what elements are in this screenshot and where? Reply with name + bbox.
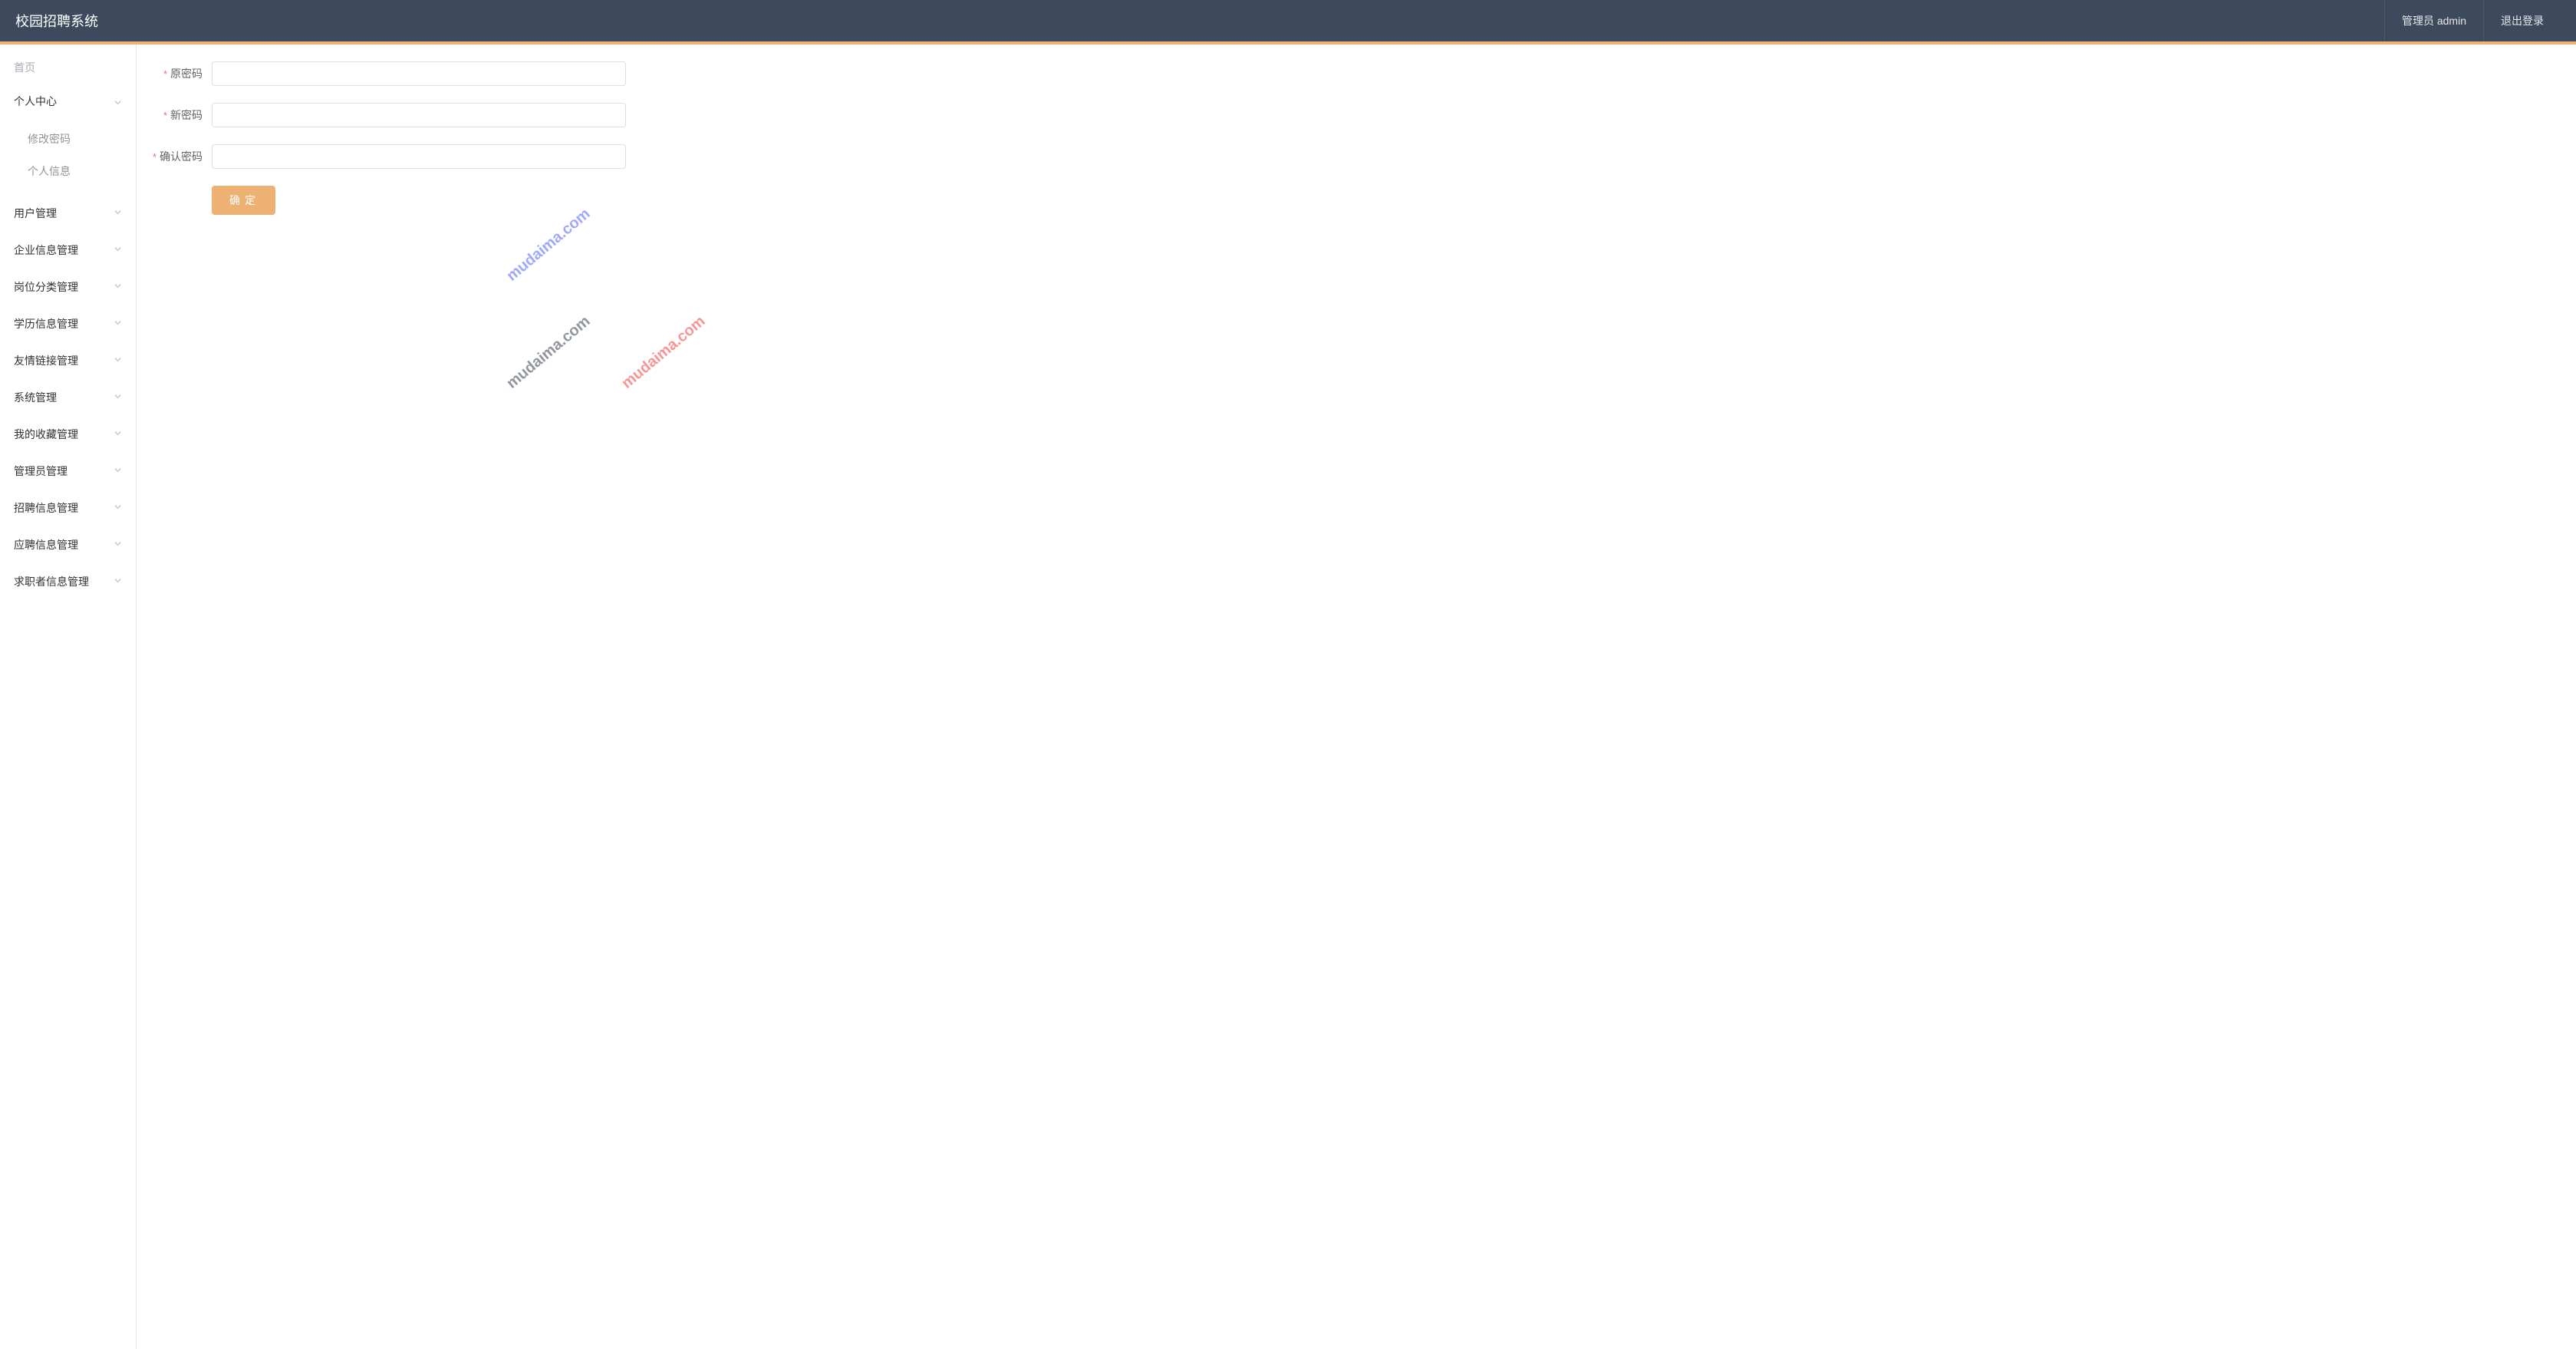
required-star-icon: * (153, 151, 156, 163)
chevron-down-icon (114, 245, 122, 256)
sidebar-item-label: 系统管理 (14, 390, 57, 405)
sidebar-item-label: 学历信息管理 (14, 316, 78, 331)
submit-button[interactable]: 确定 (212, 186, 275, 215)
confirm-password-label: *确认密码 (152, 149, 212, 164)
old-password-input[interactable] (212, 61, 626, 86)
sidebar-item-education[interactable]: 学历信息管理 (0, 305, 136, 342)
sidebar-item-user-management[interactable]: 用户管理 (0, 195, 136, 232)
chevron-down-icon (114, 466, 122, 477)
logout-button[interactable]: 退出登录 (2483, 0, 2561, 41)
sidebar-item-personal-center[interactable]: 个人中心 (0, 83, 136, 120)
user-info[interactable]: 管理员 admin (2384, 0, 2483, 41)
chevron-down-icon (114, 392, 122, 403)
top-header: 校园招聘系统 管理员 admin 退出登录 (0, 0, 2576, 41)
chevron-down-icon (114, 355, 122, 366)
sidebar-item-label: 友情链接管理 (14, 353, 78, 368)
chevron-down-icon (114, 539, 122, 550)
new-password-label: *新密码 (152, 107, 212, 123)
confirm-password-input[interactable] (212, 144, 626, 169)
submenu-personal-center: 修改密码 个人信息 (0, 120, 136, 195)
sidebar-item-label: 应聘信息管理 (14, 537, 78, 552)
sidebar-item-label: 首页 (14, 60, 35, 75)
sidebar-item-friend-links[interactable]: 友情链接管理 (0, 342, 136, 379)
sidebar-item-label: 岗位分类管理 (14, 279, 78, 295)
submenu-item-personal-info[interactable]: 个人信息 (0, 155, 136, 187)
sidebar-item-company-info[interactable]: 企业信息管理 (0, 232, 136, 269)
sidebar: 首页 个人中心 修改密码 个人信息 用户管理 企业信息管理 (0, 45, 137, 1349)
submenu-item-change-password[interactable]: 修改密码 (0, 123, 136, 155)
header-right: 管理员 admin 退出登录 (2384, 0, 2561, 41)
required-star-icon: * (163, 68, 167, 80)
watermark: mudaima.com (503, 312, 594, 392)
watermark: mudaima.com (503, 205, 594, 285)
sidebar-item-label: 管理员管理 (14, 463, 68, 479)
main-content: *原密码 *新密码 *确认密码 确定 mudaima.com mudaima.c… (137, 45, 2576, 1349)
chevron-up-icon (114, 96, 122, 107)
sidebar-item-favorites[interactable]: 我的收藏管理 (0, 416, 136, 453)
sidebar-item-job-category[interactable]: 岗位分类管理 (0, 269, 136, 305)
chevron-down-icon (114, 503, 122, 513)
new-password-input[interactable] (212, 103, 626, 127)
sidebar-item-admin-management[interactable]: 管理员管理 (0, 453, 136, 490)
sidebar-item-label: 我的收藏管理 (14, 427, 78, 442)
app-title: 校园招聘系统 (15, 11, 98, 31)
old-password-label: *原密码 (152, 66, 212, 81)
sidebar-item-label: 求职者信息管理 (14, 574, 89, 589)
required-star-icon: * (163, 110, 167, 121)
sidebar-item-label: 个人中心 (14, 94, 57, 109)
sidebar-item-recruitment[interactable]: 招聘信息管理 (0, 490, 136, 526)
chevron-down-icon (114, 429, 122, 440)
watermark: mudaima.com (618, 312, 709, 392)
sidebar-item-jobseeker[interactable]: 求职者信息管理 (0, 563, 136, 600)
chevron-down-icon (114, 282, 122, 292)
chevron-down-icon (114, 318, 122, 329)
sidebar-item-label: 企业信息管理 (14, 242, 78, 258)
sidebar-item-home[interactable]: 首页 (0, 51, 136, 83)
chevron-down-icon (114, 576, 122, 587)
sidebar-item-label: 用户管理 (14, 206, 57, 221)
chevron-down-icon (114, 208, 122, 219)
sidebar-item-application[interactable]: 应聘信息管理 (0, 526, 136, 563)
sidebar-item-label: 招聘信息管理 (14, 500, 78, 516)
sidebar-item-system[interactable]: 系统管理 (0, 379, 136, 416)
